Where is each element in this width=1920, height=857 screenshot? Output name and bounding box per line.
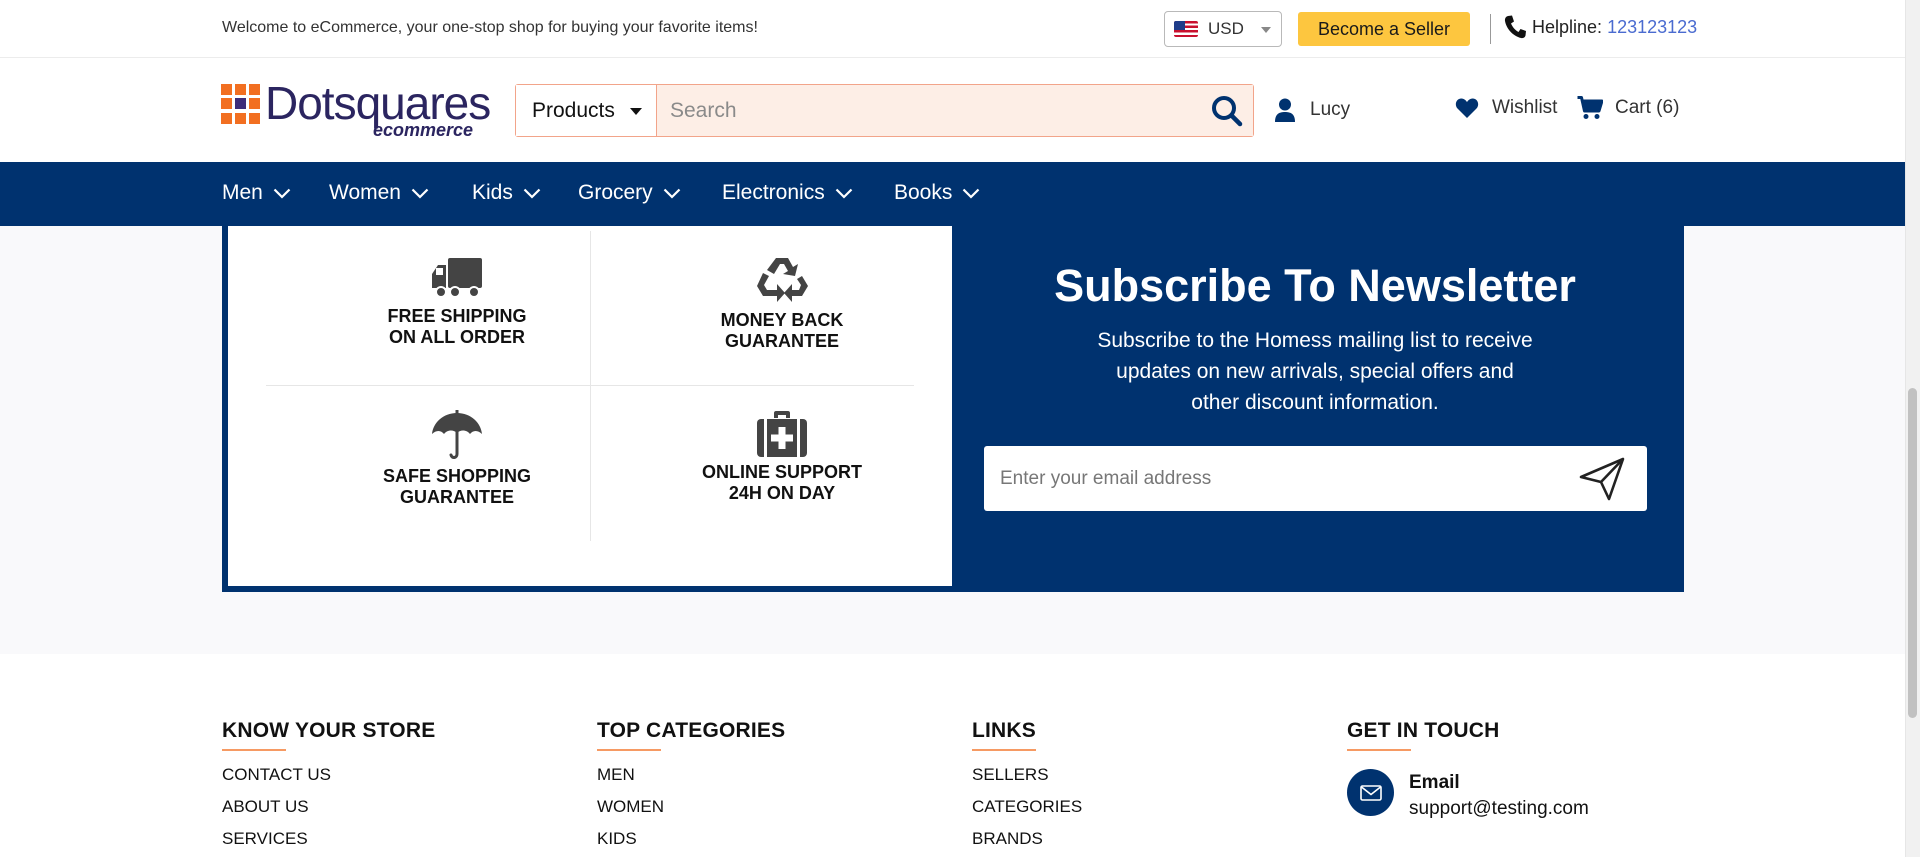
chevron-down-icon — [663, 188, 680, 199]
top-bar: Welcome to eCommerce, your one-stop shop… — [0, 0, 1905, 58]
welcome-message: Welcome to eCommerce, your one-stop shop… — [222, 19, 758, 36]
email-link[interactable]: support@testing.com — [1409, 798, 1589, 820]
footer-col-links: LINKS SELLERS CATEGORIES BRANDS — [972, 719, 1082, 848]
search-bar: Products — [515, 84, 1254, 137]
nav-item-label: Women — [329, 181, 401, 204]
helpline: Helpline: 123123123 — [1532, 17, 1697, 38]
footer-links: CONTACT US ABOUT US SERVICES — [222, 765, 435, 848]
nav-item-men[interactable]: Men — [222, 181, 291, 205]
phone-icon — [1504, 15, 1526, 39]
chevron-down-icon — [963, 188, 980, 199]
footer-heading: KNOW YOUR STORE — [222, 719, 436, 742]
feature-label: SAFE SHOPPING GUARANTEE — [382, 466, 532, 507]
scrollbar[interactable] — [1905, 0, 1920, 857]
first-aid-icon — [757, 411, 807, 457]
search-category-label: Products — [532, 98, 615, 122]
heading-underline — [222, 749, 286, 751]
footer-link-about-us[interactable]: ABOUT US — [222, 797, 435, 816]
feature-online-support: ONLINE SUPPORT 24H ON DAY — [652, 410, 912, 504]
footer-link-women[interactable]: WOMEN — [597, 797, 785, 816]
nav-item-electronics[interactable]: Electronics — [722, 181, 853, 205]
cart-label: Cart (6) — [1615, 97, 1680, 118]
search-icon[interactable] — [1211, 95, 1243, 127]
heading-underline — [972, 749, 1036, 751]
divider — [1490, 14, 1491, 44]
nav-item-kids[interactable]: Kids — [472, 181, 541, 205]
page: Welcome to eCommerce, your one-stop shop… — [0, 0, 1905, 857]
nav-item-label: Books — [894, 181, 953, 204]
footer-link-brands[interactable]: BRANDS — [972, 829, 1082, 848]
nav-item-women[interactable]: Women — [329, 181, 429, 205]
feature-label: MONEY BACK GUARANTEE — [720, 310, 844, 351]
footer-link-kids[interactable]: KIDS — [597, 829, 785, 848]
email-label: Email — [1409, 772, 1460, 793]
nav-item-label: Kids — [472, 181, 513, 204]
caret-down-icon — [630, 108, 642, 115]
nav-item-grocery[interactable]: Grocery — [578, 181, 681, 205]
feature-label: FREE SHIPPING ON ALL ORDER — [387, 306, 527, 347]
heading-underline — [597, 749, 661, 751]
newsletter-form — [984, 446, 1647, 511]
email-icon — [1347, 769, 1394, 816]
footer-link-sellers[interactable]: SELLERS — [972, 765, 1082, 784]
search-category-select[interactable]: Products — [516, 85, 657, 136]
footer-link-men[interactable]: MEN — [597, 765, 785, 784]
nav-item-label: Men — [222, 181, 263, 204]
become-seller-button[interactable]: Become a Seller — [1298, 12, 1470, 46]
recycle-icon — [757, 258, 808, 302]
features-panel: FREE SHIPPING ON ALL ORDER MONEY BACK GU… — [228, 226, 952, 586]
nav-item-books[interactable]: Books — [894, 181, 980, 205]
feature-label: ONLINE SUPPORT 24H ON DAY — [701, 462, 862, 503]
user-account-link[interactable]: Lucy — [1274, 98, 1350, 122]
footer-links: MEN WOMEN KIDS — [597, 765, 785, 848]
footer-link-contact-us[interactable]: CONTACT US — [222, 765, 435, 784]
umbrella-icon — [432, 410, 482, 459]
footer-link-categories[interactable]: CATEGORIES — [972, 797, 1082, 816]
cart-icon — [1577, 96, 1603, 119]
wishlist-link[interactable]: Wishlist — [1455, 97, 1557, 119]
divider — [590, 231, 591, 541]
footer-col-know-your-store: KNOW YOUR STORE CONTACT US ABOUT US SERV… — [222, 719, 435, 848]
feature-safe-shopping: SAFE SHOPPING GUARANTEE — [327, 410, 587, 508]
category-nav: Men Women Kids Grocery Electronics Books — [0, 162, 1905, 226]
chevron-down-icon — [411, 188, 429, 199]
wishlist-label: Wishlist — [1492, 97, 1558, 118]
helpline-number-link[interactable]: 123123123 — [1607, 17, 1697, 37]
user-icon — [1275, 98, 1295, 122]
newsletter-description: Subscribe to the Homess mailing list to … — [1097, 329, 1533, 414]
search-input[interactable] — [657, 85, 1253, 136]
feature-free-shipping: FREE SHIPPING ON ALL ORDER — [327, 256, 587, 348]
newsletter-email-input[interactable] — [1000, 446, 1570, 511]
logo-subtext: ecommerce — [373, 120, 474, 140]
caret-down-icon — [1261, 27, 1271, 33]
footer-link-services[interactable]: SERVICES — [222, 829, 435, 848]
divider — [266, 385, 914, 386]
currency-select[interactable]: USD — [1164, 11, 1282, 47]
send-icon[interactable] — [1579, 457, 1625, 501]
chevron-down-icon — [273, 188, 291, 199]
currency-label: USD — [1208, 19, 1244, 38]
logo-mark-icon — [221, 84, 261, 124]
footer-links: SELLERS CATEGORIES BRANDS — [972, 765, 1082, 848]
footer-heading: LINKS — [972, 719, 1036, 742]
chevron-down-icon — [523, 188, 541, 199]
heart-icon — [1455, 98, 1479, 118]
cart-link[interactable]: Cart (6) — [1577, 96, 1679, 120]
footer-heading: GET IN TOUCH — [1347, 719, 1500, 742]
scrollbar-thumb[interactable] — [1908, 388, 1917, 718]
nav-item-label: Grocery — [578, 181, 653, 204]
heading-underline — [1347, 749, 1411, 751]
footer-col-top-categories: TOP CATEGORIES MEN WOMEN KIDS — [597, 719, 785, 848]
user-name: Lucy — [1310, 99, 1351, 120]
feature-money-back: MONEY BACK GUARANTEE — [652, 254, 912, 352]
footer-heading: TOP CATEGORIES — [597, 719, 786, 742]
us-flag-icon — [1174, 21, 1198, 37]
newsletter-title: Subscribe To Newsletter — [1054, 260, 1576, 311]
footer-col-get-in-touch: GET IN TOUCH — [1347, 719, 1500, 751]
truck-icon — [432, 258, 482, 298]
nav-item-label: Electronics — [722, 181, 825, 204]
chevron-down-icon — [835, 188, 852, 199]
helpline-label: Helpline: — [1532, 17, 1603, 37]
